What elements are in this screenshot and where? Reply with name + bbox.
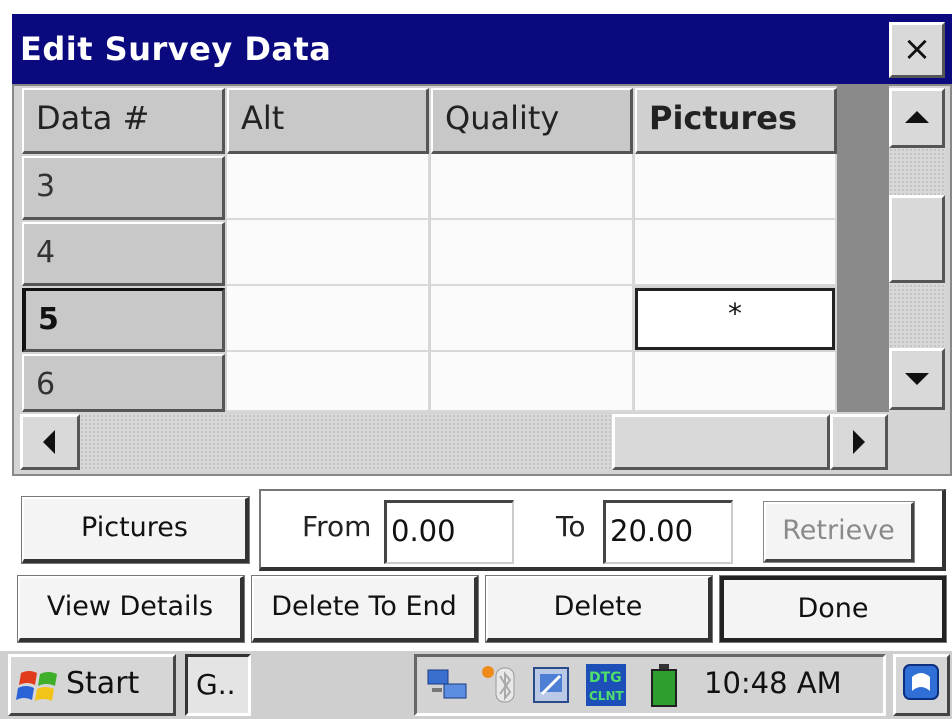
delete-button[interactable]: Delete: [485, 575, 713, 643]
view-details-button[interactable]: View Details: [17, 575, 245, 643]
scroll-corner: [889, 414, 945, 470]
windows-app-icon: [903, 664, 939, 700]
clock[interactable]: 10:48 AM: [704, 666, 842, 700]
start-label: Start: [66, 666, 140, 701]
row-header[interactable]: 6: [22, 354, 225, 412]
column-header-pictures[interactable]: Pictures: [635, 88, 837, 154]
horizontal-scroll-track[interactable]: [80, 414, 612, 470]
table-cell-pictures[interactable]: [635, 154, 837, 220]
from-label: From: [302, 510, 372, 543]
grid-empty-area: [837, 86, 889, 412]
vertical-scroll-thumb[interactable]: [889, 195, 945, 283]
table-cell-alt[interactable]: [227, 286, 430, 352]
network-icon[interactable]: [424, 664, 472, 706]
svg-text:CLNT: CLNT: [589, 689, 624, 703]
table-cell-alt[interactable]: [227, 220, 430, 286]
done-button[interactable]: Done: [719, 575, 947, 643]
svg-text:DTG: DTG: [589, 670, 622, 686]
row-header[interactable]: 4: [22, 222, 225, 286]
arrow-right-icon: [853, 430, 865, 454]
table-cell-quality[interactable]: [431, 220, 634, 286]
arrow-left-icon: [43, 430, 55, 454]
pictures-button[interactable]: Pictures: [21, 496, 250, 564]
close-icon: ×: [902, 29, 932, 69]
column-header-quality[interactable]: Quality: [431, 88, 633, 154]
arrow-up-icon: [905, 111, 929, 123]
column-header-data-number[interactable]: Data #: [22, 88, 225, 154]
row-header-current[interactable]: 5: [22, 288, 225, 352]
column-header-alt[interactable]: Alt: [227, 88, 429, 154]
taskbar-task-button[interactable]: G..: [185, 654, 251, 716]
table-cell-pictures[interactable]: [635, 352, 837, 412]
retrieve-button[interactable]: Retrieve: [763, 501, 915, 563]
delete-to-end-button[interactable]: Delete To End: [251, 575, 479, 643]
scroll-down-button[interactable]: [889, 348, 945, 410]
table-cell-quality[interactable]: [431, 286, 634, 352]
table-cell-quality[interactable]: [431, 352, 634, 412]
table-cell-pictures-selected[interactable]: *: [635, 288, 835, 350]
horizontal-scroll-thumb[interactable]: [612, 414, 830, 470]
windows-logo-icon: [16, 671, 57, 701]
scroll-up-button[interactable]: [889, 88, 945, 148]
to-label: To: [556, 510, 586, 543]
table-cell-alt[interactable]: [227, 352, 430, 412]
scroll-right-button[interactable]: [830, 414, 888, 470]
bluetooth-icon[interactable]: [480, 662, 520, 708]
close-button[interactable]: ×: [889, 22, 945, 78]
sync-icon[interactable]: [530, 664, 574, 706]
from-input[interactable]: 0.00: [384, 500, 514, 564]
battery-icon[interactable]: [648, 662, 682, 710]
dtg-icon[interactable]: DTG CLNT: [584, 662, 628, 708]
table-cell-alt[interactable]: [227, 154, 430, 220]
arrow-down-icon: [905, 373, 929, 385]
to-input[interactable]: 20.00: [603, 500, 733, 564]
row-header[interactable]: 3: [22, 156, 225, 220]
desktop-button[interactable]: [893, 654, 950, 716]
table-cell-pictures[interactable]: [635, 220, 837, 286]
window-title: Edit Survey Data: [20, 30, 332, 68]
table-cell-quality[interactable]: [431, 154, 634, 220]
scroll-left-button[interactable]: [20, 414, 80, 470]
